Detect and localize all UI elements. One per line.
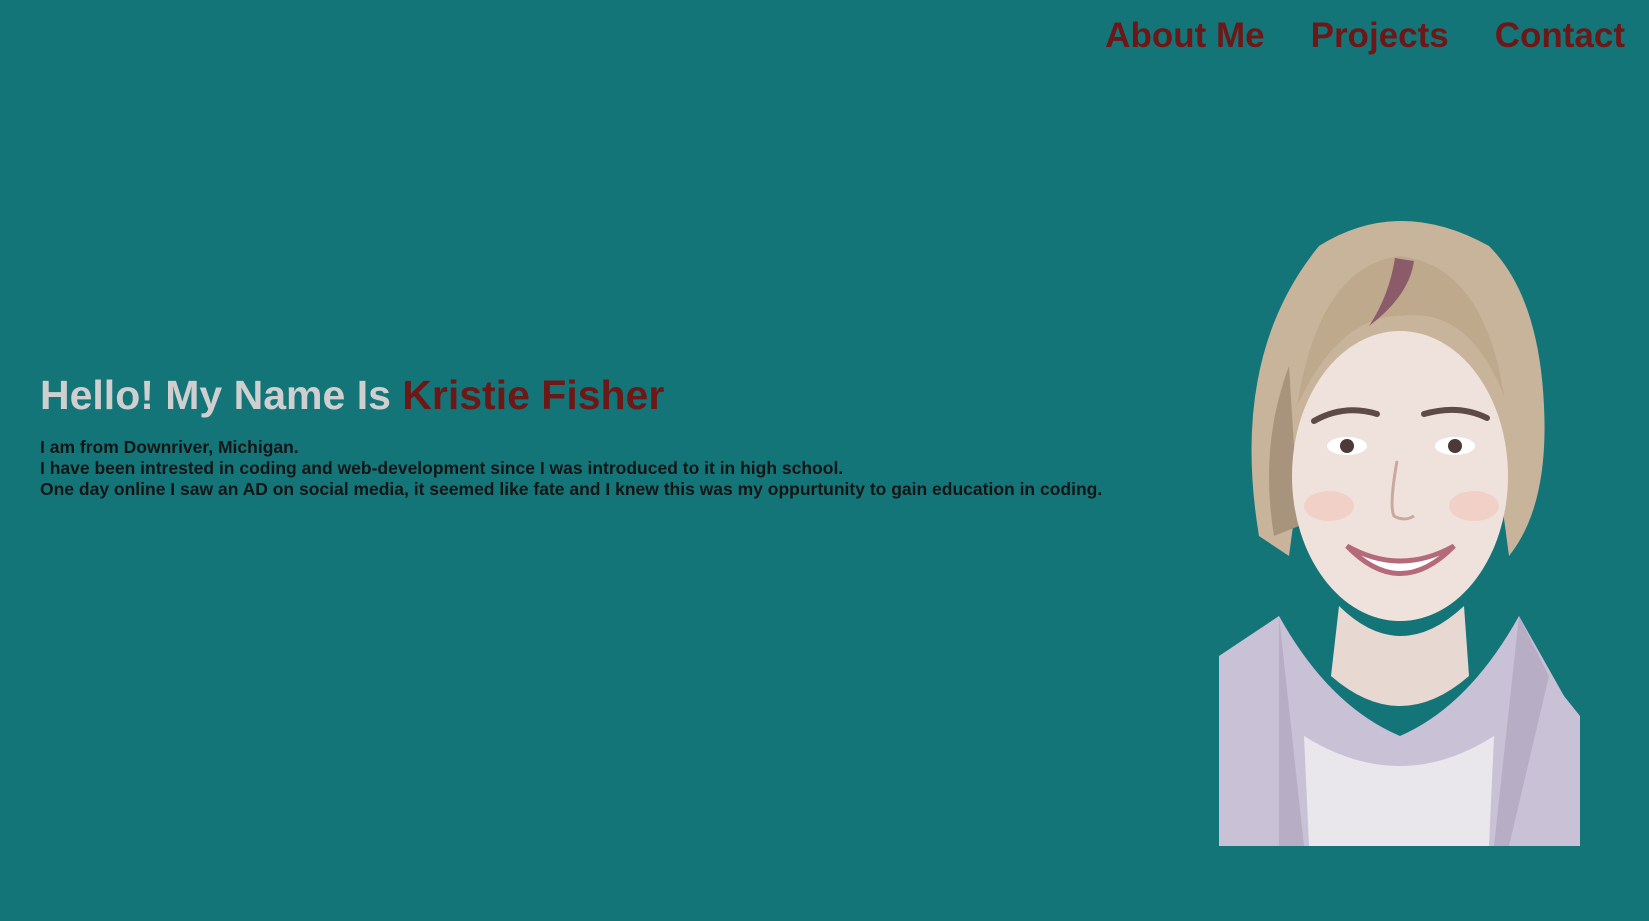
bio-text: I am from Downriver, Michigan. I have be… xyxy=(40,437,1102,500)
nav-projects-link[interactable]: Projects xyxy=(1311,16,1449,56)
portrait-image xyxy=(1219,221,1580,846)
bio-line: I am from Downriver, Michigan. xyxy=(40,437,299,457)
intro-heading: Hello! My Name Is Kristie Fisher xyxy=(40,370,1102,420)
nav-about-me-link[interactable]: About Me xyxy=(1105,16,1264,56)
nav-contact-link[interactable]: Contact xyxy=(1495,16,1625,56)
person-name: Kristie Fisher xyxy=(402,372,665,418)
top-nav: About Me Projects Contact xyxy=(1105,16,1625,56)
bio-line: I have been intrested in coding and web-… xyxy=(40,458,844,478)
bio-line: One day online I saw an AD on social med… xyxy=(40,479,1103,499)
greeting-text: Hello! My Name Is xyxy=(40,372,403,418)
intro-section: Hello! My Name Is Kristie Fisher I am fr… xyxy=(40,370,1102,500)
